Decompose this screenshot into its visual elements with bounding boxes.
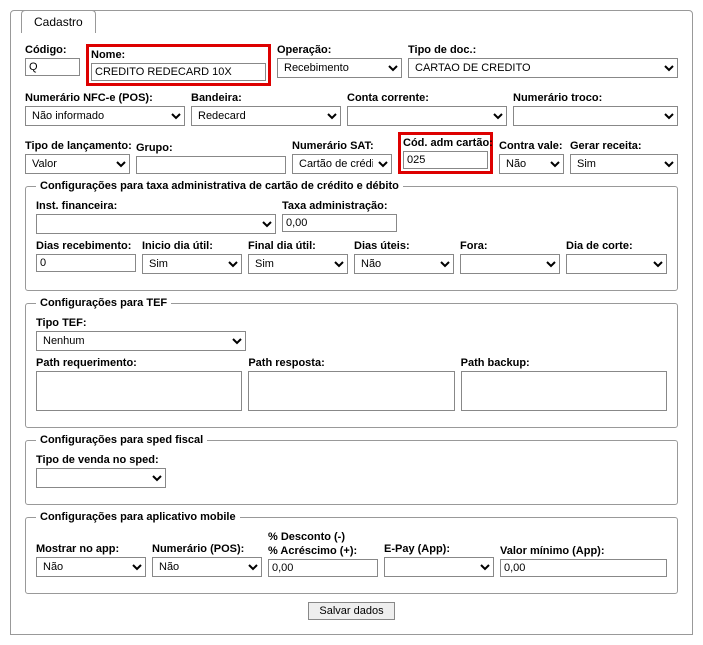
pathbackup-label: Path backup:: [461, 357, 667, 369]
instfin-select[interactable]: [36, 214, 276, 234]
fieldset-tef-legend: Configurações para TEF: [36, 297, 171, 309]
codigo-input[interactable]: [25, 58, 80, 76]
pathresp-textarea[interactable]: [248, 371, 454, 411]
fieldset-mobile: Configurações para aplicativo mobile Mos…: [25, 511, 678, 594]
fieldset-sped-legend: Configurações para sped fiscal: [36, 434, 207, 446]
grupo-label: Grupo:: [136, 142, 286, 154]
taxaadm-label: Taxa administração:: [282, 200, 397, 212]
valormin-input[interactable]: [500, 559, 667, 577]
tipotef-select[interactable]: Nenhum: [36, 331, 246, 351]
numtroco-label: Numerário troco:: [513, 92, 678, 104]
fieldset-sped: Configurações para sped fiscal Tipo de v…: [25, 434, 678, 505]
diasreceb-label: Dias recebimento:: [36, 240, 136, 252]
contacorrente-select[interactable]: [347, 106, 507, 126]
save-button[interactable]: Salvar dados: [308, 602, 394, 620]
operacao-select[interactable]: Recebimento: [277, 58, 402, 78]
diacorte-label: Dia de corte:: [566, 240, 667, 252]
finaldia-label: Final dia útil:: [248, 240, 348, 252]
numnfce-label: Numerário NFC-e (POS):: [25, 92, 185, 104]
mostrar-label: Mostrar no app:: [36, 543, 146, 555]
iniciodia-label: Inicio dia útil:: [142, 240, 242, 252]
grupo-input[interactable]: [136, 156, 286, 174]
desconto-label1: % Desconto (-): [268, 531, 378, 543]
tipodoc-label: Tipo de doc.:: [408, 44, 678, 56]
contacorrente-label: Conta corrente:: [347, 92, 507, 104]
instfin-label: Inst. financeira:: [36, 200, 276, 212]
taxaadm-input[interactable]: [282, 214, 397, 232]
epay-label: E-Pay (App):: [384, 543, 494, 555]
desconto-input[interactable]: [268, 559, 378, 577]
gerarreceita-label: Gerar receita:: [570, 140, 678, 152]
fieldset-taxa-adm: Configurações para taxa administrativa d…: [25, 180, 678, 291]
epay-select[interactable]: [384, 557, 494, 577]
tipovenda-label: Tipo de venda no sped:: [36, 454, 166, 466]
diasuteis-select[interactable]: Não: [354, 254, 454, 274]
bandeira-label: Bandeira:: [191, 92, 341, 104]
valormin-label: Valor mínimo (App):: [500, 545, 667, 557]
fora-select[interactable]: [460, 254, 560, 274]
row-1: Código: Nome: Operação: Recebimento Tipo…: [25, 44, 678, 86]
pathreq-label: Path requerimento:: [36, 357, 242, 369]
row-3: Tipo de lançamento: Valor Grupo: Numerár…: [25, 132, 678, 174]
cadastro-panel: Cadastro Código: Nome: Operação: Recebim…: [10, 10, 693, 635]
fieldset-mobile-legend: Configurações para aplicativo mobile: [36, 511, 240, 523]
iniciodia-select[interactable]: Sim: [142, 254, 242, 274]
pathresp-label: Path resposta:: [248, 357, 454, 369]
nome-input[interactable]: [91, 63, 266, 81]
fora-label: Fora:: [460, 240, 560, 252]
fieldset-tef: Configurações para TEF Tipo TEF: Nenhum …: [25, 297, 678, 428]
tipodoc-select[interactable]: CARTAO DE CREDITO: [408, 58, 678, 78]
diasuteis-label: Dias úteis:: [354, 240, 454, 252]
numsat-label: Numerário SAT:: [292, 140, 392, 152]
tab-cadastro[interactable]: Cadastro: [21, 10, 96, 33]
numsat-select[interactable]: Cartão de crédito: [292, 154, 392, 174]
numnfce-select[interactable]: Não informado: [25, 106, 185, 126]
pathreq-textarea[interactable]: [36, 371, 242, 411]
gerarreceita-select[interactable]: Sim: [570, 154, 678, 174]
finaldia-select[interactable]: Sim: [248, 254, 348, 274]
fieldset-taxa-adm-legend: Configurações para taxa administrativa d…: [36, 180, 403, 192]
numerario-select[interactable]: Não: [152, 557, 262, 577]
tipotef-label: Tipo TEF:: [36, 317, 246, 329]
mostrar-select[interactable]: Não: [36, 557, 146, 577]
tipolanc-label: Tipo de lançamento:: [25, 140, 130, 152]
codigo-label: Código:: [25, 44, 80, 56]
tipovenda-select[interactable]: [36, 468, 166, 488]
numtroco-select[interactable]: [513, 106, 678, 126]
row-2: Numerário NFC-e (POS): Não informado Ban…: [25, 92, 678, 126]
desconto-label2: % Acréscimo (+):: [268, 545, 378, 557]
diacorte-select[interactable]: [566, 254, 667, 274]
codadm-input[interactable]: [403, 151, 488, 169]
tipolanc-select[interactable]: Valor: [25, 154, 130, 174]
operacao-label: Operação:: [277, 44, 402, 56]
diasreceb-input[interactable]: [36, 254, 136, 272]
contravale-select[interactable]: Não: [499, 154, 564, 174]
nome-label: Nome:: [91, 49, 266, 61]
codadm-label: Cód. adm cartão:: [403, 137, 488, 149]
bandeira-select[interactable]: Redecard: [191, 106, 341, 126]
contravale-label: Contra vale:: [499, 140, 564, 152]
numerario-label: Numerário (POS):: [152, 543, 262, 555]
pathbackup-textarea[interactable]: [461, 371, 667, 411]
